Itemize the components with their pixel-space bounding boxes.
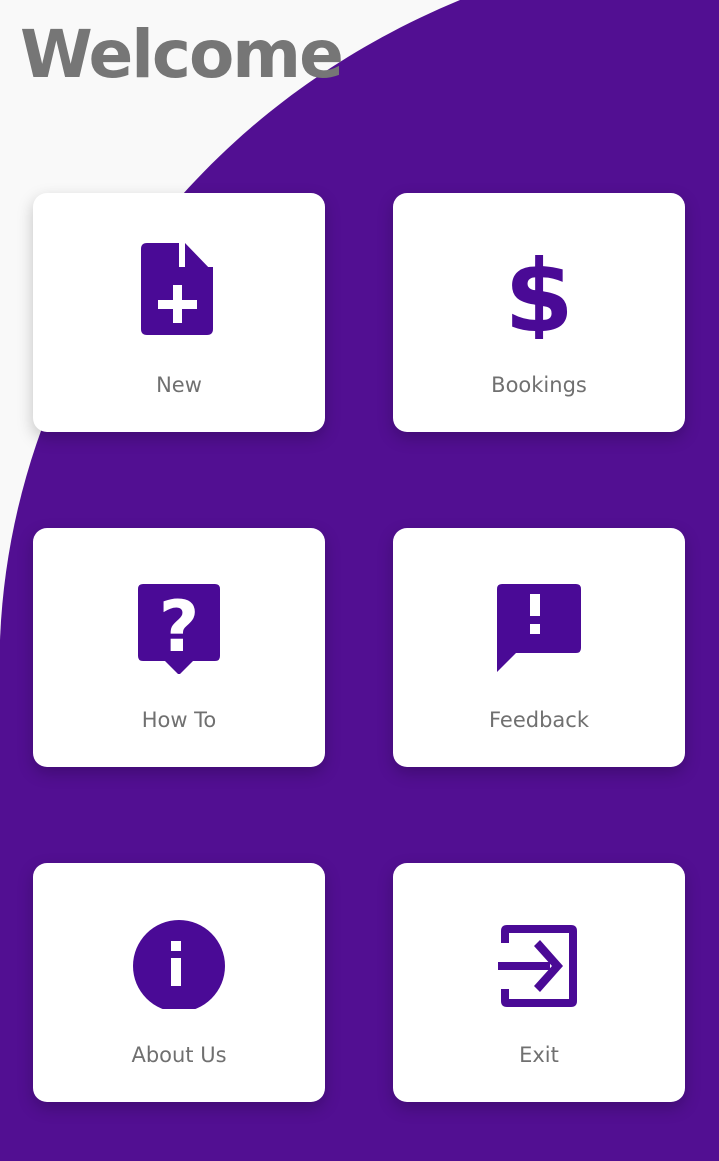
how-to-button[interactable]: ? How To xyxy=(33,528,325,767)
new-button[interactable]: New xyxy=(33,193,325,432)
feedback-label: Feedback xyxy=(488,708,589,732)
help-bubble-icon: ? xyxy=(129,574,229,674)
page-title: Welcome xyxy=(20,16,344,93)
exit-icon xyxy=(489,909,589,1009)
exit-button[interactable]: Exit xyxy=(393,863,685,1102)
feedback-icon xyxy=(489,574,589,674)
about-us-label: About Us xyxy=(131,1043,227,1067)
dollar-icon: $ xyxy=(489,239,589,339)
svg-text:?: ? xyxy=(159,586,200,668)
info-icon xyxy=(129,909,229,1009)
how-to-label: How To xyxy=(141,708,217,732)
about-us-button[interactable]: About Us xyxy=(33,863,325,1102)
new-label: New xyxy=(156,373,202,397)
note-add-icon xyxy=(129,239,229,339)
feedback-button[interactable]: Feedback xyxy=(393,528,685,767)
svg-text:$: $ xyxy=(504,239,574,339)
bookings-button[interactable]: $ Bookings xyxy=(393,193,685,432)
bookings-label: Bookings xyxy=(491,373,587,397)
exit-label: Exit xyxy=(519,1043,559,1067)
